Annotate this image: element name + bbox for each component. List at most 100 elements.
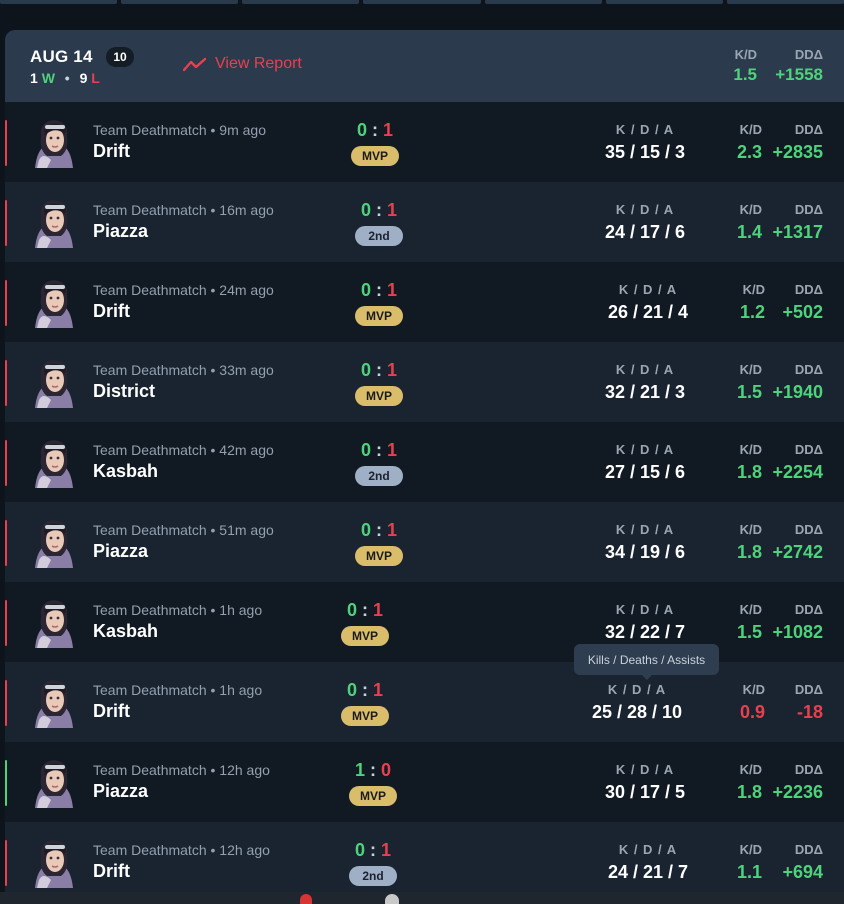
- kd-label: K/D: [739, 522, 762, 537]
- match-row[interactable]: Team Deathmatch • 12h ago Drift 0 : 1 2n…: [5, 822, 844, 892]
- trend-line-icon: [183, 57, 207, 72]
- match-score: 1 : 0: [354, 760, 392, 780]
- dd-label: DDΔ: [794, 122, 823, 137]
- dd-label: DDΔ: [794, 442, 823, 457]
- match-score: 0 : 1: [354, 840, 392, 860]
- kd-label: K/D: [739, 122, 762, 137]
- dd-value: -18: [796, 702, 823, 722]
- dd-value: +1082: [772, 622, 823, 642]
- dd-label: DDΔ: [794, 842, 823, 857]
- view-report-link[interactable]: View Report: [183, 55, 302, 73]
- kd-label: K/D: [742, 282, 765, 297]
- day-kd-stat: K/D 1.5: [723, 47, 757, 85]
- match-score: 0 : 1: [360, 520, 398, 540]
- match-map: Drift: [93, 861, 130, 881]
- top-tab-strip: [0, 0, 844, 8]
- top-tab[interactable]: [484, 0, 602, 4]
- browser-icon[interactable]: [300, 894, 312, 904]
- kd-label: K/D: [739, 762, 762, 777]
- match-map: Kasbah: [93, 621, 159, 641]
- kd-label: K/D: [739, 442, 762, 457]
- score-enemy: 1: [381, 840, 392, 860]
- dd-value: +2236: [772, 782, 823, 802]
- match-mode-time: Team Deathmatch • 16m ago: [93, 202, 274, 218]
- match-row[interactable]: Team Deathmatch • 1h ago Drift 0 : 1 MVP…: [5, 662, 844, 742]
- day-kd-label: K/D: [734, 47, 757, 62]
- match-map: Piazza: [93, 221, 149, 241]
- result-strip: [5, 360, 7, 406]
- top-tab[interactable]: [0, 0, 118, 4]
- separator-dot: •: [64, 70, 70, 86]
- kda-label[interactable]: K / D / A: [577, 682, 697, 697]
- top-tab[interactable]: [242, 0, 360, 4]
- kda-label[interactable]: K / D / A: [585, 602, 705, 617]
- placement-badge: 2nd: [349, 866, 397, 886]
- score-team: 0: [360, 360, 371, 380]
- match-mode-time: Team Deathmatch • 9m ago: [93, 122, 266, 138]
- kda-label[interactable]: K / D / A: [585, 442, 705, 457]
- match-row[interactable]: Team Deathmatch • 42m ago Kasbah 0 : 1 2…: [5, 422, 844, 502]
- kda-tooltip: Kills / Deaths / Assists: [574, 644, 719, 680]
- losses-count: 9: [79, 70, 88, 86]
- top-tab[interactable]: [605, 0, 723, 4]
- score-team: 0: [356, 120, 367, 140]
- dd-value: +2742: [772, 542, 823, 562]
- match-row[interactable]: Team Deathmatch • 24m ago Drift 0 : 1 MV…: [5, 262, 844, 342]
- top-tab[interactable]: [363, 0, 481, 4]
- score-team: 0: [354, 840, 365, 860]
- match-row[interactable]: Team Deathmatch • 33m ago District 0 : 1…: [5, 342, 844, 422]
- kda-label[interactable]: K / D / A: [585, 202, 705, 217]
- operator-avatar: [31, 836, 77, 888]
- taskbar: [0, 892, 844, 904]
- result-strip: [5, 600, 7, 646]
- match-row[interactable]: Team Deathmatch • 12h ago Piazza 1 : 0 M…: [5, 742, 844, 822]
- result-strip: [5, 120, 7, 166]
- match-row[interactable]: Team Deathmatch • 16m ago Piazza 0 : 1 2…: [5, 182, 844, 262]
- losses-suffix: L: [91, 70, 100, 86]
- score-enemy: 1: [383, 120, 394, 140]
- kda-label[interactable]: K / D / A: [585, 522, 705, 537]
- score-team: 0: [360, 200, 371, 220]
- score-enemy: 1: [373, 600, 384, 620]
- match-row[interactable]: Team Deathmatch • 9m ago Drift 0 : 1 MVP…: [5, 102, 844, 182]
- match-score: 0 : 1: [360, 200, 398, 220]
- kda-label[interactable]: K / D / A: [585, 762, 705, 777]
- match-score: 0 : 1: [356, 120, 394, 140]
- kda-value: 24 / 17 / 6: [604, 222, 686, 242]
- score-enemy: 1: [373, 680, 384, 700]
- dd-label: DDΔ: [794, 362, 823, 377]
- match-row[interactable]: Team Deathmatch • 51m ago Piazza 0 : 1 M…: [5, 502, 844, 582]
- match-map: Kasbah: [93, 461, 159, 481]
- dd-value: +2835: [772, 142, 823, 162]
- placement-badge: MVP: [355, 306, 403, 326]
- match-score: 0 : 1: [360, 360, 398, 380]
- score-team: 1: [354, 760, 365, 780]
- match-score: 0 : 1: [346, 600, 384, 620]
- top-tab[interactable]: [121, 0, 239, 4]
- match-count-badge: 10: [106, 47, 134, 67]
- kda-label[interactable]: K / D / A: [585, 362, 705, 377]
- match-mode-time: Team Deathmatch • 1h ago: [93, 602, 263, 618]
- view-report-label: View Report: [215, 55, 302, 72]
- dd-label: DDΔ: [794, 682, 823, 697]
- match-mode-time: Team Deathmatch • 51m ago: [93, 522, 274, 538]
- score-enemy: 1: [387, 200, 398, 220]
- match-score: 0 : 1: [360, 280, 398, 300]
- placement-badge: MVP: [341, 626, 389, 646]
- win-loss-record: 1 W • 9 L: [30, 70, 100, 86]
- top-tab[interactable]: [726, 0, 844, 4]
- operator-avatar: [31, 436, 77, 488]
- kda-value: 32 / 21 / 3: [604, 382, 686, 402]
- operator-avatar: [31, 516, 77, 568]
- day-dd-label: DDΔ: [794, 47, 823, 62]
- score-team: 0: [360, 520, 371, 540]
- score-team: 0: [360, 280, 371, 300]
- day-dd-stat: DDΔ +1558: [763, 47, 823, 85]
- kda-label[interactable]: K / D / A: [588, 842, 708, 857]
- match-mode-time: Team Deathmatch • 24m ago: [93, 282, 274, 298]
- kda-value: 32 / 22 / 7: [604, 622, 686, 642]
- kd-label: K/D: [739, 362, 762, 377]
- globe-icon[interactable]: [385, 894, 399, 904]
- kda-label[interactable]: K / D / A: [588, 282, 708, 297]
- kda-label[interactable]: K / D / A: [585, 122, 705, 137]
